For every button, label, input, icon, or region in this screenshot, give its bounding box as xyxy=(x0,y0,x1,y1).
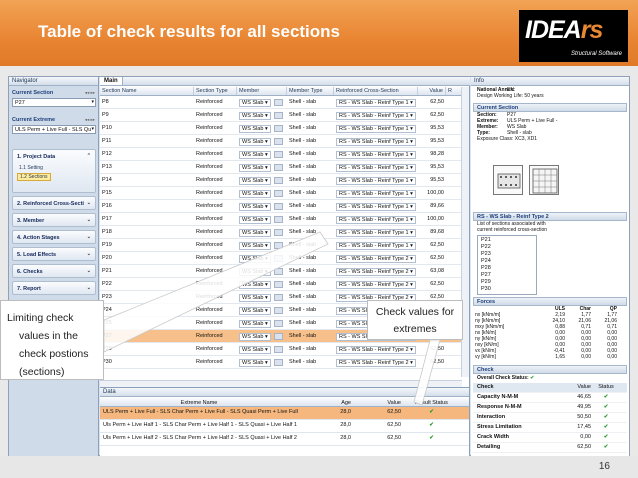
callout-arrows xyxy=(103,231,441,406)
right-callout-arrow xyxy=(413,339,441,406)
slide-footer: 16 xyxy=(0,456,638,478)
left-callout-arrow xyxy=(103,231,329,353)
page-number: 16 xyxy=(598,461,610,472)
